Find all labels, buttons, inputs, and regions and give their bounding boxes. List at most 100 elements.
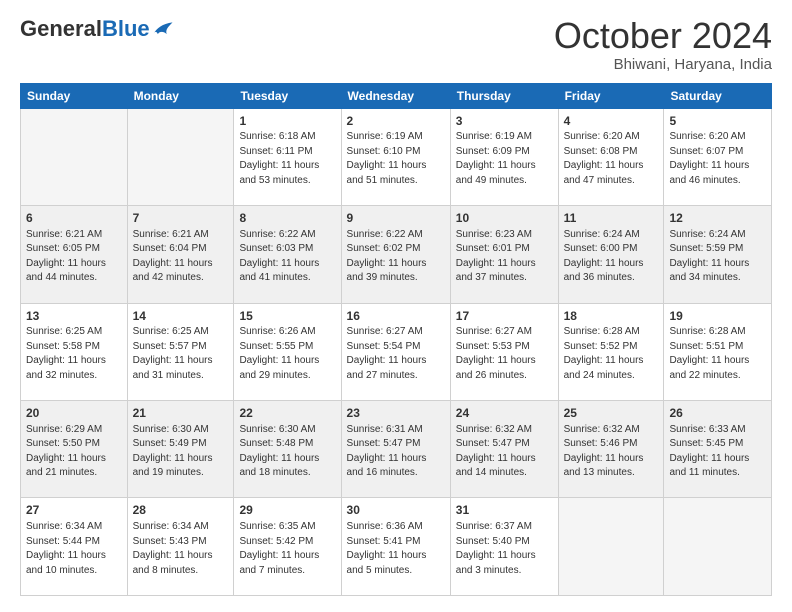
- table-row: 10Sunrise: 6:23 AMSunset: 6:01 PMDayligh…: [450, 206, 558, 303]
- sunrise-text: Sunrise: 6:36 AM: [347, 521, 423, 532]
- day-number: 20: [26, 405, 122, 422]
- table-row: 18Sunrise: 6:28 AMSunset: 5:52 PMDayligh…: [558, 303, 664, 400]
- daylight-text: Daylight: 11 hours and 14 minutes.: [456, 453, 536, 479]
- calendar-row: 27Sunrise: 6:34 AMSunset: 5:44 PMDayligh…: [21, 498, 772, 596]
- cell-info: Sunrise: 6:32 AMSunset: 5:46 PMDaylight:…: [564, 423, 659, 481]
- table-row: 4Sunrise: 6:20 AMSunset: 6:08 PMDaylight…: [558, 108, 664, 205]
- cell-info: Sunrise: 6:27 AMSunset: 5:53 PMDaylight:…: [456, 325, 553, 383]
- cell-info: Sunrise: 6:35 AMSunset: 5:42 PMDaylight:…: [239, 520, 335, 578]
- sunrise-text: Sunrise: 6:30 AM: [133, 424, 209, 435]
- day-number: 28: [133, 502, 229, 519]
- sunrise-text: Sunrise: 6:29 AM: [26, 424, 102, 435]
- sunset-text: Sunset: 5:58 PM: [26, 341, 100, 352]
- sunset-text: Sunset: 5:43 PM: [133, 536, 207, 547]
- cell-info: Sunrise: 6:37 AMSunset: 5:40 PMDaylight:…: [456, 520, 553, 578]
- table-row: [21, 108, 128, 205]
- cell-info: Sunrise: 6:33 AMSunset: 5:45 PMDaylight:…: [669, 423, 766, 481]
- col-tuesday: Tuesday: [234, 83, 341, 108]
- cell-info: Sunrise: 6:31 AMSunset: 5:47 PMDaylight:…: [347, 423, 445, 481]
- title-section: October 2024 Bhiwani, Haryana, India: [554, 16, 772, 73]
- daylight-text: Daylight: 11 hours and 11 minutes.: [669, 453, 749, 479]
- sunrise-text: Sunrise: 6:23 AM: [456, 229, 532, 240]
- table-row: 23Sunrise: 6:31 AMSunset: 5:47 PMDayligh…: [341, 401, 450, 498]
- sunrise-text: Sunrise: 6:22 AM: [347, 229, 423, 240]
- day-number: 14: [133, 308, 229, 325]
- daylight-text: Daylight: 11 hours and 42 minutes.: [133, 258, 213, 284]
- day-number: 29: [239, 502, 335, 519]
- sunset-text: Sunset: 6:02 PM: [347, 243, 421, 254]
- sunset-text: Sunset: 5:44 PM: [26, 536, 100, 547]
- day-number: 27: [26, 502, 122, 519]
- day-number: 24: [456, 405, 553, 422]
- cell-info: Sunrise: 6:24 AMSunset: 5:59 PMDaylight:…: [669, 228, 766, 286]
- sunrise-text: Sunrise: 6:28 AM: [564, 326, 640, 337]
- day-number: 5: [669, 113, 766, 130]
- daylight-text: Daylight: 11 hours and 22 minutes.: [669, 355, 749, 381]
- sunrise-text: Sunrise: 6:28 AM: [669, 326, 745, 337]
- cell-info: Sunrise: 6:28 AMSunset: 5:51 PMDaylight:…: [669, 325, 766, 383]
- cell-info: Sunrise: 6:36 AMSunset: 5:41 PMDaylight:…: [347, 520, 445, 578]
- table-row: 25Sunrise: 6:32 AMSunset: 5:46 PMDayligh…: [558, 401, 664, 498]
- sunrise-text: Sunrise: 6:25 AM: [26, 326, 102, 337]
- sunset-text: Sunset: 5:57 PM: [133, 341, 207, 352]
- sunset-text: Sunset: 6:10 PM: [347, 146, 421, 157]
- sunset-text: Sunset: 5:59 PM: [669, 243, 743, 254]
- day-number: 19: [669, 308, 766, 325]
- col-sunday: Sunday: [21, 83, 128, 108]
- sunrise-text: Sunrise: 6:26 AM: [239, 326, 315, 337]
- day-number: 18: [564, 308, 659, 325]
- table-row: 6Sunrise: 6:21 AMSunset: 6:05 PMDaylight…: [21, 206, 128, 303]
- calendar-table: Sunday Monday Tuesday Wednesday Thursday…: [20, 83, 772, 596]
- cell-info: Sunrise: 6:22 AMSunset: 6:03 PMDaylight:…: [239, 228, 335, 286]
- sunset-text: Sunset: 5:47 PM: [347, 438, 421, 449]
- calendar-row: 13Sunrise: 6:25 AMSunset: 5:58 PMDayligh…: [21, 303, 772, 400]
- daylight-text: Daylight: 11 hours and 21 minutes.: [26, 453, 106, 479]
- daylight-text: Daylight: 11 hours and 10 minutes.: [26, 550, 106, 576]
- sunset-text: Sunset: 5:49 PM: [133, 438, 207, 449]
- sunset-text: Sunset: 5:47 PM: [456, 438, 530, 449]
- table-row: [127, 108, 234, 205]
- daylight-text: Daylight: 11 hours and 49 minutes.: [456, 160, 536, 186]
- table-row: 1Sunrise: 6:18 AMSunset: 6:11 PMDaylight…: [234, 108, 341, 205]
- table-row: 3Sunrise: 6:19 AMSunset: 6:09 PMDaylight…: [450, 108, 558, 205]
- sunset-text: Sunset: 6:07 PM: [669, 146, 743, 157]
- cell-info: Sunrise: 6:28 AMSunset: 5:52 PMDaylight:…: [564, 325, 659, 383]
- logo-text: GeneralBlue: [20, 16, 174, 42]
- table-row: 11Sunrise: 6:24 AMSunset: 6:00 PMDayligh…: [558, 206, 664, 303]
- table-row: 20Sunrise: 6:29 AMSunset: 5:50 PMDayligh…: [21, 401, 128, 498]
- cell-info: Sunrise: 6:34 AMSunset: 5:43 PMDaylight:…: [133, 520, 229, 578]
- col-monday: Monday: [127, 83, 234, 108]
- daylight-text: Daylight: 11 hours and 46 minutes.: [669, 160, 749, 186]
- cell-info: Sunrise: 6:20 AMSunset: 6:07 PMDaylight:…: [669, 130, 766, 188]
- calendar-header-row: Sunday Monday Tuesday Wednesday Thursday…: [21, 83, 772, 108]
- daylight-text: Daylight: 11 hours and 36 minutes.: [564, 258, 644, 284]
- daylight-text: Daylight: 11 hours and 3 minutes.: [456, 550, 536, 576]
- col-wednesday: Wednesday: [341, 83, 450, 108]
- sunset-text: Sunset: 5:53 PM: [456, 341, 530, 352]
- sunrise-text: Sunrise: 6:33 AM: [669, 424, 745, 435]
- table-row: 21Sunrise: 6:30 AMSunset: 5:49 PMDayligh…: [127, 401, 234, 498]
- daylight-text: Daylight: 11 hours and 16 minutes.: [347, 453, 427, 479]
- daylight-text: Daylight: 11 hours and 13 minutes.: [564, 453, 644, 479]
- sunrise-text: Sunrise: 6:27 AM: [456, 326, 532, 337]
- table-row: 16Sunrise: 6:27 AMSunset: 5:54 PMDayligh…: [341, 303, 450, 400]
- day-number: 25: [564, 405, 659, 422]
- day-number: 7: [133, 210, 229, 227]
- sunset-text: Sunset: 6:11 PM: [239, 146, 312, 157]
- sunrise-text: Sunrise: 6:37 AM: [456, 521, 532, 532]
- cell-info: Sunrise: 6:30 AMSunset: 5:48 PMDaylight:…: [239, 423, 335, 481]
- day-number: 22: [239, 405, 335, 422]
- cell-info: Sunrise: 6:32 AMSunset: 5:47 PMDaylight:…: [456, 423, 553, 481]
- calendar-row: 20Sunrise: 6:29 AMSunset: 5:50 PMDayligh…: [21, 401, 772, 498]
- logo: GeneralBlue: [20, 16, 174, 42]
- month-title: October 2024: [554, 16, 772, 56]
- sunrise-text: Sunrise: 6:18 AM: [239, 131, 315, 142]
- sunrise-text: Sunrise: 6:21 AM: [26, 229, 102, 240]
- cell-info: Sunrise: 6:29 AMSunset: 5:50 PMDaylight:…: [26, 423, 122, 481]
- daylight-text: Daylight: 11 hours and 37 minutes.: [456, 258, 536, 284]
- table-row: 31Sunrise: 6:37 AMSunset: 5:40 PMDayligh…: [450, 498, 558, 596]
- sunset-text: Sunset: 5:48 PM: [239, 438, 313, 449]
- day-number: 12: [669, 210, 766, 227]
- logo-general: General: [20, 16, 102, 42]
- day-number: 8: [239, 210, 335, 227]
